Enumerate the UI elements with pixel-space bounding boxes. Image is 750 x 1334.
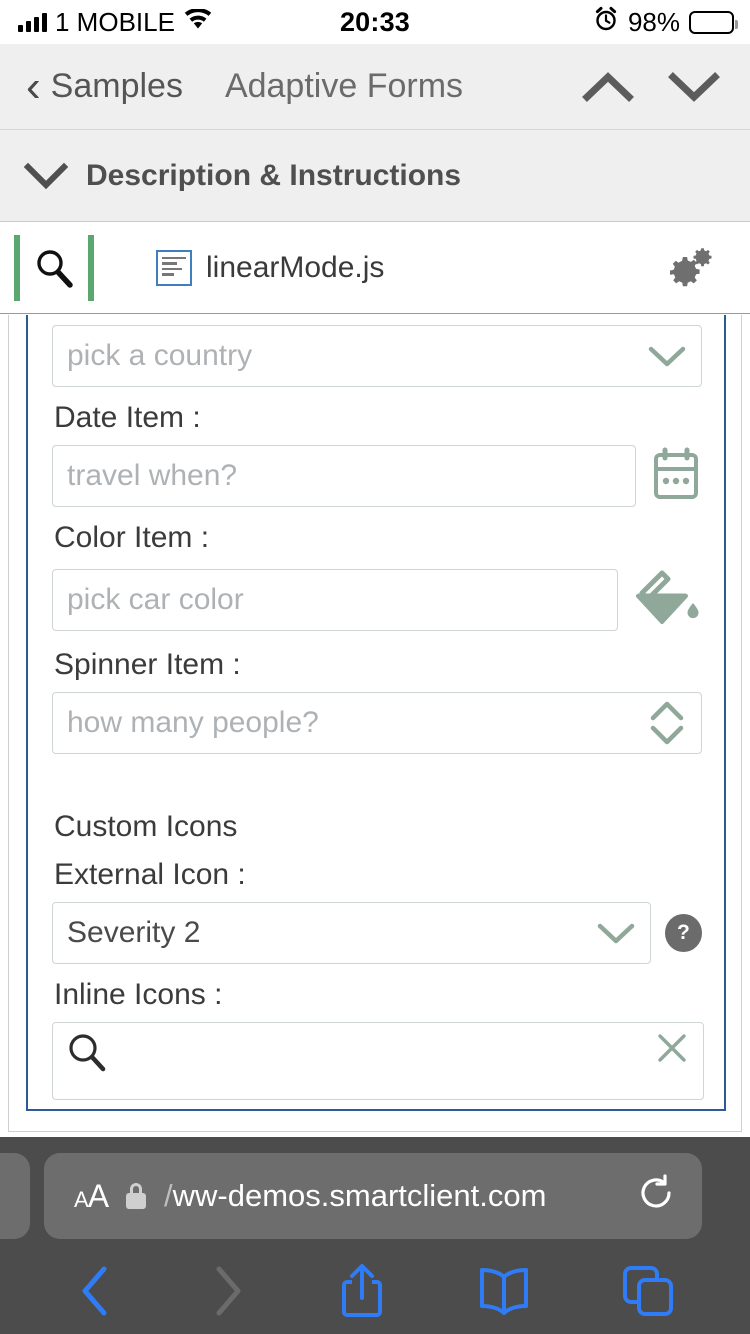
file-name-label: linearMode.js <box>206 250 385 284</box>
field-group-date: Date Item : travel when? <box>52 401 702 507</box>
date-input[interactable]: travel when? <box>52 445 636 507</box>
back-to-samples-button[interactable]: ‹ Samples <box>0 61 183 111</box>
status-bar: 1 MOBILE 20:33 98% <box>0 0 750 44</box>
text-size-button[interactable]: AA <box>74 1178 109 1215</box>
custom-icons-section-title: Custom Icons <box>54 810 238 843</box>
signal-bars-icon <box>18 12 47 32</box>
color-placeholder: pick car color <box>67 582 244 616</box>
book-icon[interactable] <box>477 1267 531 1320</box>
share-icon[interactable] <box>338 1262 386 1325</box>
battery-icon <box>689 10 738 34</box>
file-toolbar: linearMode.js <box>0 222 750 314</box>
url-row: AA /ww-demos.smartclient.com <box>0 1137 750 1255</box>
field-group-spinner: Spinner Item : how many people? <box>52 648 702 754</box>
dynamic-form-outline: pick a country Date Item : travel when? <box>26 315 726 1111</box>
inline-icons-input[interactable] <box>52 1022 704 1100</box>
calendar-icon[interactable] <box>650 447 702 506</box>
source-file-icon <box>156 249 192 286</box>
chevron-up-icon[interactable] <box>582 70 634 104</box>
url-text: /ww-demos.smartclient.com <box>164 1178 620 1214</box>
address-bar[interactable]: AA /ww-demos.smartclient.com <box>44 1153 702 1239</box>
color-input[interactable]: pick car color <box>52 568 618 631</box>
form-spacer <box>52 758 702 810</box>
color-item-label: Color Item : <box>54 521 210 554</box>
field-group-color: Color Item : pick car color <box>52 521 702 634</box>
search-icon[interactable] <box>65 1031 109 1080</box>
field-group-country: pick a country <box>52 325 702 387</box>
nav-arrow-group <box>582 70 750 104</box>
green-divider-right <box>88 234 94 301</box>
open-file-chip[interactable]: linearMode.js <box>156 249 385 286</box>
description-instructions-header[interactable]: Description & Instructions <box>0 130 750 222</box>
wifi-icon <box>183 7 213 38</box>
spinner-input[interactable]: how many people? <box>52 692 702 754</box>
status-bar-left: 1 MOBILE <box>0 7 285 38</box>
external-icon-label: External Icon : <box>54 858 246 891</box>
lock-icon <box>126 1183 147 1209</box>
country-select[interactable]: pick a country <box>52 325 702 387</box>
page-title: Adaptive Forms <box>224 67 464 105</box>
form-fields: pick a country Date Item : travel when? <box>28 315 724 1100</box>
chevron-down-icon[interactable] <box>647 344 687 368</box>
status-bar-right: 98% <box>465 6 750 39</box>
safari-toolbar <box>0 1255 750 1331</box>
adjacent-tab-peek[interactable] <box>0 1153 30 1239</box>
date-item-label: Date Item : <box>54 401 201 434</box>
search-icon[interactable] <box>20 247 88 289</box>
field-group-external-icon: External Icon : Severity 2 ? <box>52 858 702 964</box>
external-icon-select[interactable]: Severity 2 <box>52 902 651 964</box>
spinner-stepper[interactable] <box>647 696 687 750</box>
spinner-placeholder: how many people? <box>67 706 319 739</box>
safari-bottom-bar: AA /ww-demos.smartclient.com <box>0 1137 750 1334</box>
form-panel: pick a country Date Item : travel when? <box>8 315 742 1132</box>
clear-x-icon[interactable] <box>655 1031 689 1070</box>
chevron-down-icon[interactable] <box>668 70 720 104</box>
chevron-left-icon: ‹ <box>26 61 41 111</box>
spinner-item-label: Spinner Item : <box>54 648 241 681</box>
inline-icons-label: Inline Icons : <box>54 978 223 1011</box>
tabs-icon[interactable] <box>622 1265 674 1322</box>
date-placeholder: travel when? <box>67 459 238 492</box>
external-icon-value: Severity 2 <box>67 916 201 949</box>
url-host: ww-demos.smartclient.com <box>172 1178 547 1213</box>
country-placeholder: pick a country <box>67 339 253 372</box>
back-button-label: Samples <box>50 67 183 105</box>
status-bar-clock: 20:33 <box>339 6 411 37</box>
url-prefix: / <box>164 1178 173 1213</box>
field-group-inline-icons: Inline Icons : <box>52 978 704 1100</box>
reload-icon[interactable] <box>638 1173 676 1219</box>
paint-bucket-icon[interactable] <box>632 565 702 634</box>
alarm-clock-icon <box>593 6 619 39</box>
chevron-down-icon[interactable] <box>596 921 636 945</box>
gears-icon[interactable] <box>668 246 750 290</box>
chevron-right-icon[interactable] <box>207 1263 247 1324</box>
battery-percent-label: 98% <box>627 6 680 37</box>
chevron-down-icon <box>24 161 68 191</box>
description-label: Description & Instructions <box>86 158 462 192</box>
chevron-left-icon[interactable] <box>76 1263 116 1324</box>
phone-screen: 1 MOBILE 20:33 98% ‹ Samples Adaptive Fo… <box>0 0 750 1334</box>
question-mark-icon[interactable]: ? <box>664 914 702 952</box>
carrier-label: 1 MOBILE <box>55 6 175 37</box>
app-nav-bar: ‹ Samples Adaptive Forms <box>0 44 750 130</box>
